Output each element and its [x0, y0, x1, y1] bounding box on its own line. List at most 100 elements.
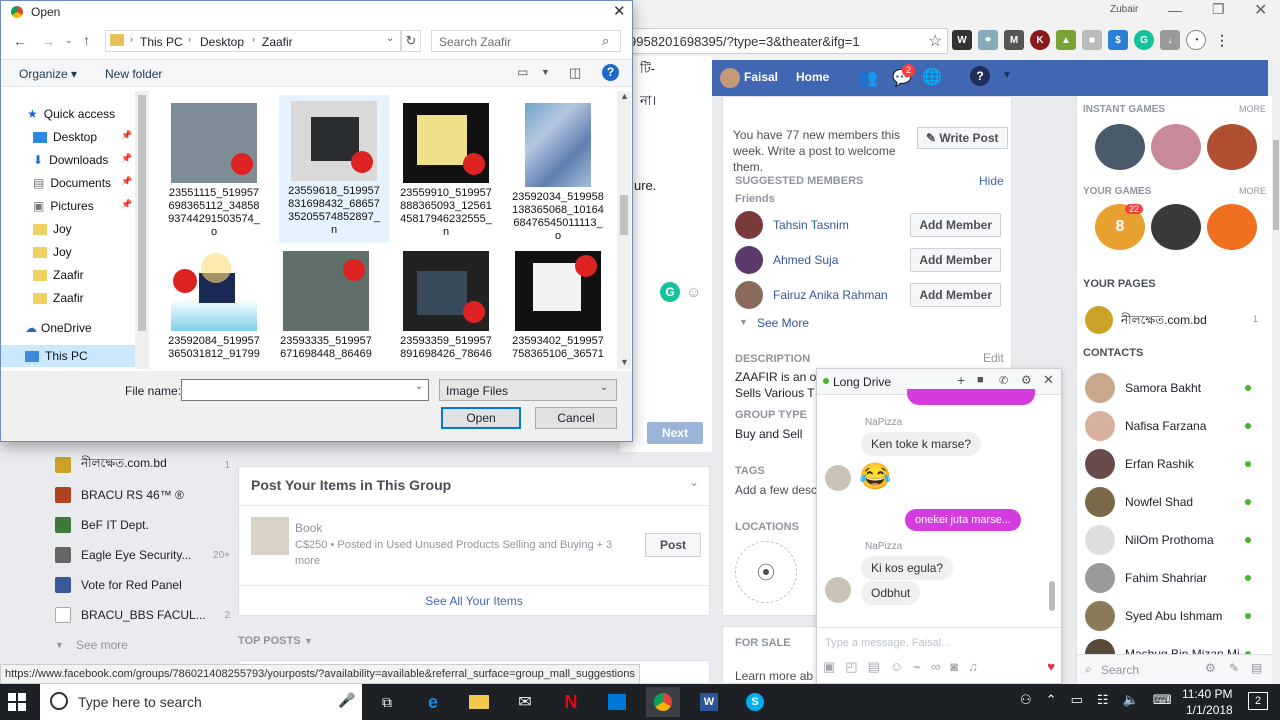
open-button[interactable]: Open: [441, 407, 521, 429]
refresh-icon[interactable]: ↻: [401, 30, 421, 52]
cancel-button[interactable]: Cancel: [535, 407, 617, 429]
scroll-down-icon[interactable]: ▼: [620, 357, 629, 367]
forward-arrow-icon[interactable]: →: [41, 33, 55, 49]
word-icon[interactable]: W: [692, 687, 726, 717]
battery-icon[interactable]: ▭: [1071, 692, 1083, 708]
add-member-button[interactable]: Add Member: [910, 282, 1001, 307]
microphone-icon[interactable]: 🎤: [338, 692, 355, 709]
camera-icon[interactable]: ◙: [950, 659, 958, 675]
sidebar-item-quick-access[interactable]: ★ Quick access: [27, 103, 115, 125]
drive-extension-icon[interactable]: ▲: [1056, 30, 1076, 50]
page-scrollbar[interactable]: [1272, 60, 1280, 684]
maximize-icon[interactable]: ❐: [1212, 1, 1225, 18]
avatar[interactable]: [735, 210, 763, 239]
add-icon[interactable]: +: [957, 372, 965, 388]
file-scrollbar[interactable]: ▲ ▼: [617, 91, 631, 369]
chevron-down-icon[interactable]: ▼: [1002, 70, 1012, 81]
game-thumbnail[interactable]: [1095, 124, 1145, 170]
sidebar-item-desktop[interactable]: Desktop: [33, 126, 97, 148]
heart-icon[interactable]: ♥: [1047, 659, 1055, 675]
close-icon[interactable]: ✕: [1043, 372, 1054, 388]
address-bar[interactable]: 9958201698395/?type=3&theater&ifg=1: [620, 28, 948, 54]
speed-extension-icon[interactable]: ◔: [1186, 30, 1206, 50]
scrollbar-thumb[interactable]: [620, 195, 628, 235]
link-extension-icon[interactable]: ⚭: [978, 30, 998, 50]
more-link[interactable]: MORE: [1239, 104, 1266, 114]
globe-icon[interactable]: 🌐: [922, 67, 942, 87]
list-item[interactable]: নীলক্ষেত.com.bd 1: [55, 450, 230, 480]
browser-user-name[interactable]: Zubair: [1110, 4, 1138, 15]
chat-scrollbar[interactable]: [1049, 581, 1055, 611]
page-name[interactable]: নীলক্ষেত.com.bd: [1121, 312, 1207, 332]
list-item[interactable]: BRACU RS 46™ ®: [55, 480, 230, 510]
phone-icon[interactable]: ✆: [999, 374, 1008, 387]
location-pin-icon[interactable]: ⦿: [735, 541, 797, 603]
nav-home-link[interactable]: Home: [796, 70, 829, 84]
taskbar-search[interactable]: Type here to search 🎤: [40, 684, 362, 720]
new-folder-button[interactable]: New folder: [105, 67, 162, 81]
video-icon[interactable]: ■: [977, 374, 984, 386]
minimize-icon[interactable]: —: [1168, 2, 1182, 18]
avatar[interactable]: [735, 280, 763, 309]
emoji-icon[interactable]: ☺: [890, 659, 903, 675]
windows-start-icon[interactable]: [8, 693, 26, 711]
list-item[interactable]: BeF IT Dept.: [55, 510, 230, 540]
keyboard-icon[interactable]: ⌨: [1153, 692, 1172, 708]
edge-icon[interactable]: e: [416, 687, 450, 717]
file-item[interactable]: 23593335_519957 671698448_86469: [271, 245, 381, 369]
close-icon[interactable]: ✕: [613, 2, 626, 20]
sidebar-item-joy[interactable]: Joy: [33, 241, 72, 263]
emoji-icon[interactable]: ☺: [686, 284, 701, 301]
list-item[interactable]: Nafisa Farzana: [1077, 407, 1273, 445]
gear-icon[interactable]: ⚙: [1205, 661, 1216, 675]
breadcrumb-item[interactable]: Desktop: [200, 35, 244, 49]
chevron-down-icon[interactable]: ⌄: [415, 381, 423, 392]
breadcrumb-item[interactable]: Zaafir: [262, 35, 293, 49]
breadcrumb-item[interactable]: This PC: [140, 35, 183, 49]
file-item[interactable]: 23551115_519957 698365112_34858 9374429150…: [159, 97, 269, 245]
menu-icon[interactable]: ⋮: [1212, 30, 1232, 50]
avatar[interactable]: [735, 245, 763, 274]
recent-locations-chevron-icon[interactable]: ⌄: [65, 35, 73, 46]
item-thumbnail[interactable]: [251, 517, 289, 555]
help-icon[interactable]: ?: [970, 66, 990, 86]
link-icon[interactable]: ∞: [931, 659, 940, 675]
learn-more-link[interactable]: Learn more ab: [735, 669, 813, 683]
list-item[interactable]: NilOm Prothoma: [1077, 521, 1273, 559]
game-thumbnail[interactable]: [1207, 124, 1257, 170]
sidebar-item-documents[interactable]: ▤ Documents: [33, 172, 111, 194]
clock-time[interactable]: 11:40 PM: [1182, 687, 1232, 701]
preview-pane-icon[interactable]: ◫: [569, 65, 581, 81]
file-item[interactable]: 23559910_519957 888365093_12561 4581794623…: [391, 97, 501, 245]
list-item[interactable]: Nowfel Shad: [1077, 483, 1273, 521]
file-item[interactable]: 23559618_519957 831698432_68657 3520557485…: [279, 95, 389, 243]
sidebar-item-this-pc[interactable]: This PC: [1, 345, 135, 367]
post-button[interactable]: Post: [645, 533, 701, 557]
avatar[interactable]: [825, 577, 851, 603]
chevron-up-icon[interactable]: ⌃: [1046, 692, 1057, 708]
list-item[interactable]: Vote for Red Panel: [55, 570, 230, 600]
gmail-extension-icon[interactable]: M: [1004, 30, 1024, 50]
add-member-button[interactable]: Add Member: [910, 212, 1001, 237]
chevron-down-icon[interactable]: ▼: [541, 67, 550, 77]
list-item[interactable]: Fahim Shahriar: [1077, 559, 1273, 597]
file-item[interactable]: 23593402_519957 758365106_36571: [503, 245, 613, 369]
grammarly-icon[interactable]: G: [1134, 30, 1154, 50]
friends-icon[interactable]: 👥: [858, 68, 878, 88]
wr-extension-icon[interactable]: W: [952, 30, 972, 50]
nav-profile-name[interactable]: Faisal: [744, 70, 778, 84]
sidebar-item-zaafir[interactable]: Zaafir: [33, 264, 84, 286]
sidebar-item-onedrive[interactable]: ☁ OneDrive: [25, 317, 92, 339]
chevron-down-icon[interactable]: ⌄: [386, 33, 394, 44]
attach-icon[interactable]: ⌁: [913, 659, 921, 675]
clock-date[interactable]: 1/1/2018: [1186, 703, 1233, 717]
help-icon[interactable]: ?: [602, 64, 619, 81]
save-extension-icon[interactable]: $: [1108, 30, 1128, 50]
list-item[interactable]: Samora Bakht: [1077, 369, 1273, 407]
k-extension-icon[interactable]: K: [1030, 30, 1050, 50]
list-item[interactable]: Syed Abu Ishmam: [1077, 597, 1273, 635]
avatar[interactable]: [825, 465, 851, 491]
view-options-icon[interactable]: ▭: [517, 65, 528, 79]
avatar[interactable]: [720, 68, 740, 88]
search-input[interactable]: Search: [1101, 663, 1139, 677]
